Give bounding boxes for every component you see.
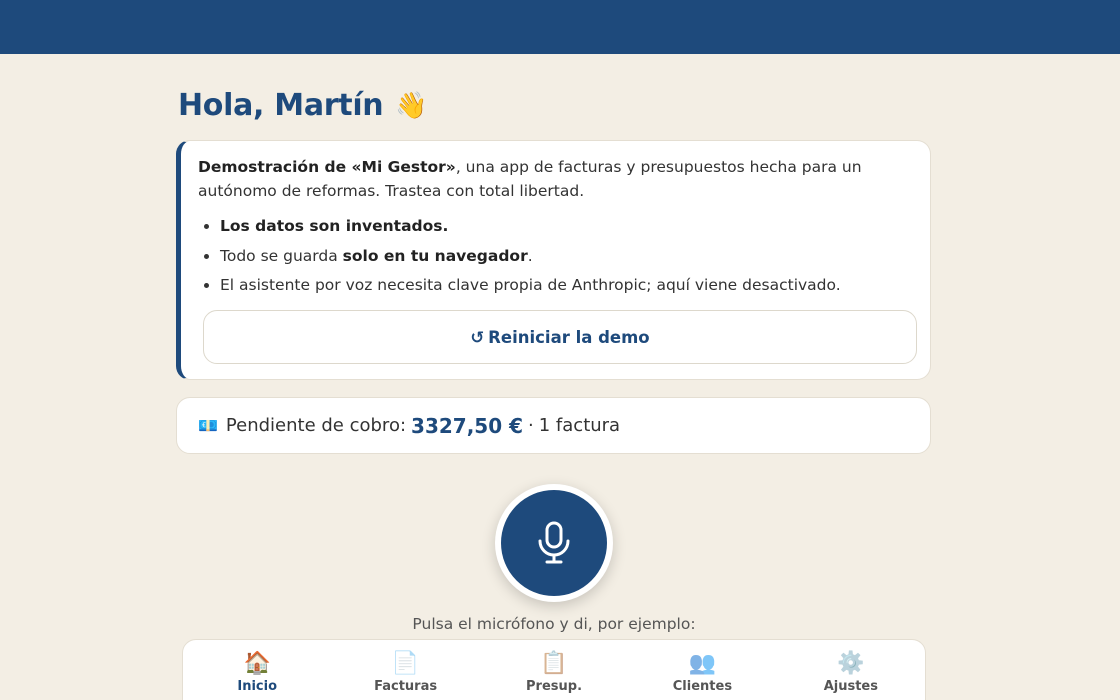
list-item-text: . <box>527 246 533 265</box>
document-icon: 📄 <box>391 651 420 676</box>
list-item: Todo se guarda solo en tu navegador. <box>220 242 912 272</box>
demo-intro: Demostración de «Mi Gestor», una app de … <box>198 155 912 203</box>
nav-label: Facturas <box>374 679 438 694</box>
pending-separator: · <box>528 415 534 436</box>
home-icon: 🏠 <box>243 651 271 676</box>
gear-icon: ⚙️ <box>837 651 865 676</box>
demo-notes-list: Los datos son inventados. Todo se guarda… <box>198 212 912 301</box>
list-item-text: Todo se guarda <box>220 246 343 265</box>
list-item: Los datos son inventados. <box>220 212 912 242</box>
nav-item-presupuestos[interactable]: 📋 Presup. <box>480 640 628 700</box>
pending-amount: 3327,50 € <box>411 413 524 438</box>
clipboard-icon: 📋 <box>540 651 568 676</box>
nav-label: Ajustes <box>823 679 878 694</box>
reset-demo-label: Reiniciar la demo <box>488 327 650 347</box>
bottom-nav: 🏠 Inicio 📄 Facturas 📋 Presup. 👥 Clientes… <box>182 639 926 700</box>
list-item-text: El asistente por voz necesita clave prop… <box>220 276 841 294</box>
demo-notice-card: Demostración de «Mi Gestor», una app de … <box>176 140 931 380</box>
people-icon: 👥 <box>688 651 717 676</box>
pending-count: 1 factura <box>538 415 621 436</box>
waving-hand-icon: 👋 <box>395 90 428 121</box>
page-title: Hola, Martín 👋 <box>178 88 428 123</box>
nav-label: Inicio <box>237 679 278 694</box>
nav-item-inicio[interactable]: 🏠 Inicio <box>183 640 331 700</box>
reset-demo-button[interactable]: ↺ Reiniciar la demo <box>203 310 917 364</box>
nav-label: Clientes <box>672 679 733 694</box>
nav-item-ajustes[interactable]: ⚙️ Ajustes <box>777 640 925 700</box>
pending-label: Pendiente de cobro: <box>225 415 407 436</box>
greeting-text: Hola, Martín <box>178 88 384 123</box>
pending-payment-card[interactable]: 💶 Pendiente de cobro: 3327,50 € · 1 fact… <box>176 397 931 454</box>
voice-hint: Pulsa el micrófono y di, por ejemplo: <box>412 615 696 633</box>
money-icon: 💶 <box>198 416 218 435</box>
nav-item-facturas[interactable]: 📄 Facturas <box>331 640 479 700</box>
list-item: El asistente por voz necesita clave prop… <box>220 271 912 301</box>
nav-item-clientes[interactable]: 👥 Clientes <box>628 640 776 700</box>
microphone-icon <box>538 521 570 564</box>
microphone-button[interactable] <box>501 490 607 596</box>
nav-label: Presup. <box>526 679 583 694</box>
list-item-bold: solo en tu navegador <box>342 246 528 265</box>
microphone-button-ring <box>495 484 613 602</box>
demo-intro-bold: Demostración de «Mi Gestor» <box>198 158 456 176</box>
top-bar <box>0 0 1120 54</box>
list-item-bold: Los datos son inventados. <box>220 217 449 235</box>
reset-icon: ↺ <box>470 327 485 347</box>
